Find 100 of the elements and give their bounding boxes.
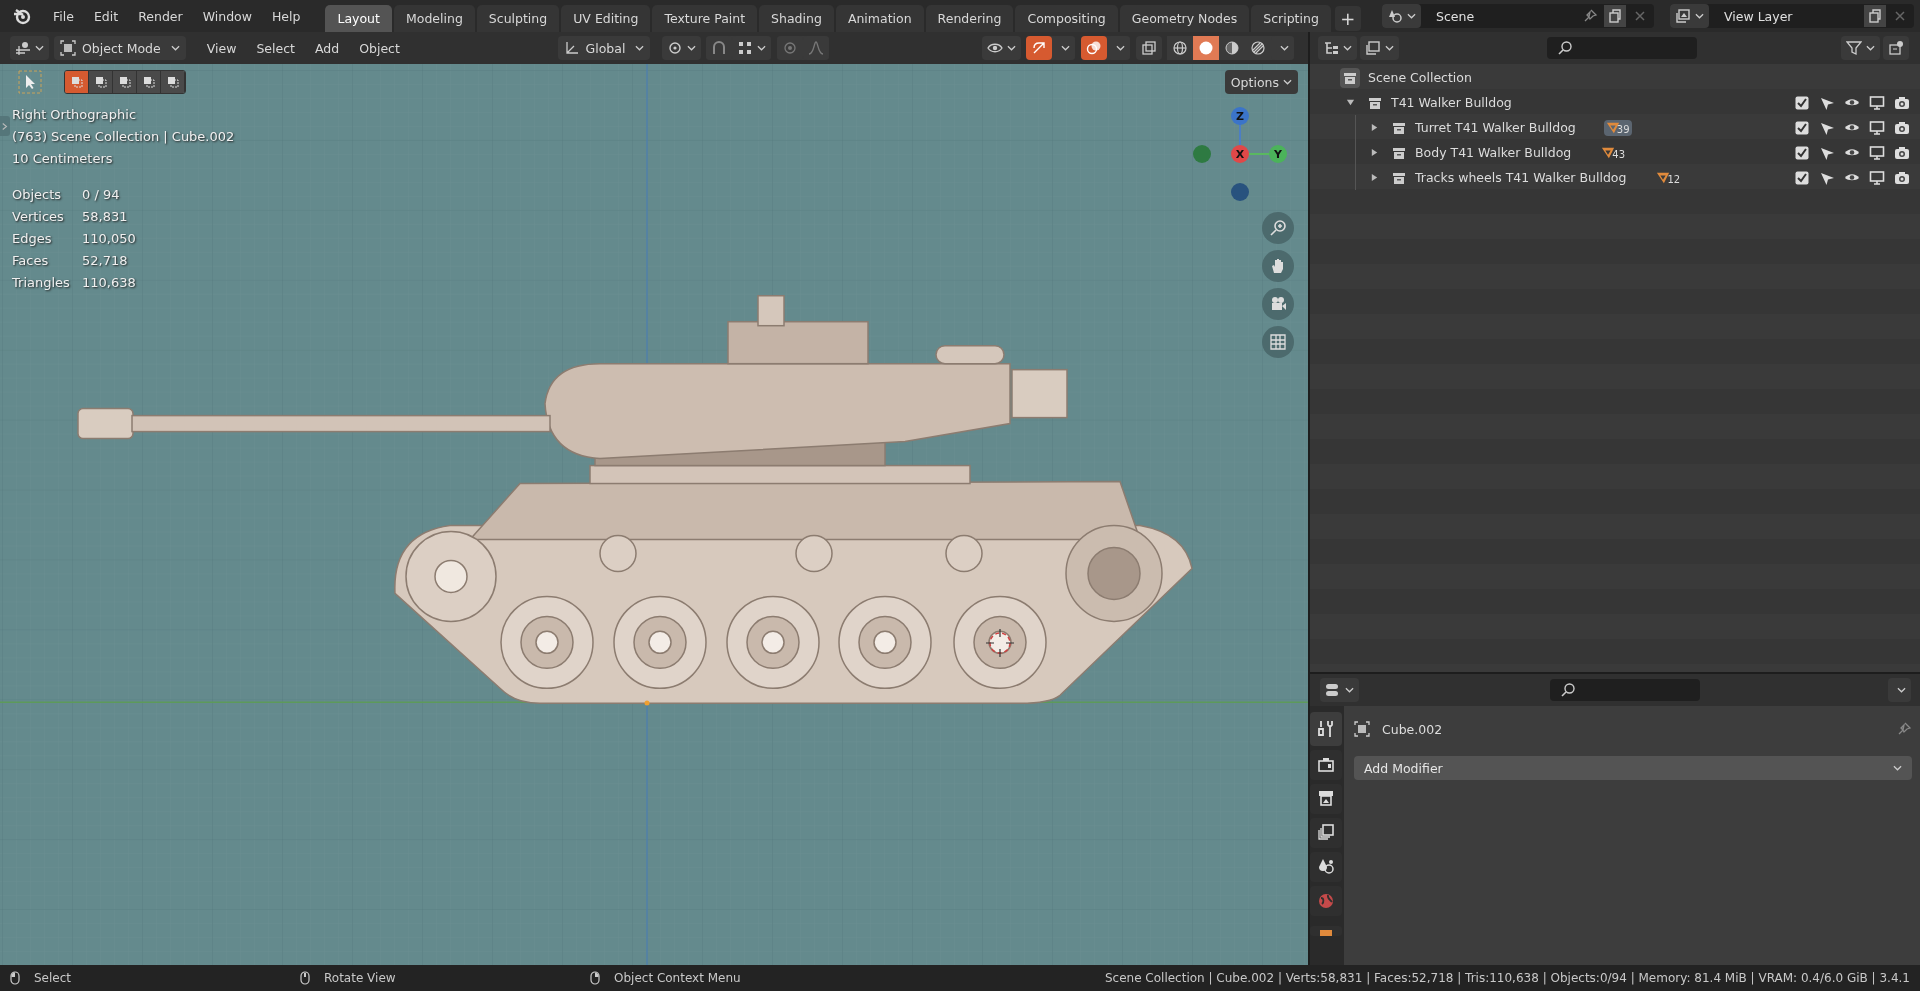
pin-icon[interactable] — [1582, 8, 1598, 24]
mesh-count-badge[interactable]: 43 — [1599, 144, 1628, 161]
outliner-item[interactable]: T41 Walker Bulldog — [1391, 95, 1512, 110]
monitor-icon[interactable] — [1869, 144, 1885, 161]
grid-dots-icon — [737, 40, 754, 56]
caret-icon — [1866, 45, 1875, 51]
checkbox[interactable] — [1794, 144, 1810, 161]
expand-arrow-icon[interactable] — [1370, 173, 1379, 182]
menu-item[interactable]: Window — [193, 4, 261, 28]
menu-item[interactable]: Help — [262, 4, 310, 28]
editor-type-button[interactable] — [1320, 678, 1359, 702]
mesh-count-badge[interactable]: 39 — [1603, 119, 1632, 136]
viewport-menu-item[interactable]: Object — [350, 36, 409, 60]
mesh-count: 39 — [1616, 123, 1630, 135]
pivot-point-button[interactable] — [662, 36, 702, 60]
caret-icon — [1007, 45, 1016, 51]
workspace-tab[interactable]: Compositing — [1015, 5, 1118, 32]
visibility-button[interactable] — [982, 36, 1021, 60]
display-mode-button[interactable] — [1318, 36, 1357, 60]
monitor-icon[interactable] — [1869, 94, 1885, 111]
workspace-tab[interactable]: Modeling — [393, 5, 475, 32]
magnet-icon — [711, 40, 728, 56]
viewport-menu-item[interactable]: Select — [247, 36, 304, 60]
camera-icon[interactable] — [1894, 94, 1910, 111]
selection-mode-button[interactable] — [161, 71, 185, 93]
camera-icon[interactable] — [1894, 119, 1910, 136]
tree-list-icon — [1323, 40, 1339, 56]
camera-icon[interactable] — [1894, 169, 1910, 186]
add-workspace-button[interactable]: + — [1334, 6, 1361, 31]
tool-tab-icon[interactable] — [1310, 712, 1342, 746]
menu-item[interactable]: Edit — [84, 4, 128, 28]
collection-icon — [1340, 67, 1360, 88]
grid-icon[interactable] — [1262, 326, 1294, 358]
add-modifier-dropdown[interactable]: Add Modifier — [1354, 756, 1912, 780]
camera-icon[interactable] — [1894, 144, 1910, 161]
search-field[interactable] — [1546, 37, 1697, 59]
select-tool-icon[interactable] — [18, 70, 42, 94]
gizmo-toggle-button[interactable] — [1026, 36, 1052, 60]
box-plus-icon — [1888, 40, 1904, 56]
search-field[interactable] — [1550, 679, 1700, 701]
expand-arrow-icon[interactable] — [1370, 148, 1379, 157]
stat-value: 110,638 — [82, 274, 137, 292]
expand-arrow-icon[interactable] — [1346, 98, 1355, 107]
monitor-icon[interactable] — [1869, 169, 1885, 186]
outliner-item[interactable]: Turret T41 Walker Bulldog — [1415, 120, 1576, 135]
workspace-tab[interactable]: Sculpting — [476, 5, 560, 32]
caret-icon — [1283, 79, 1292, 85]
copy-icon[interactable] — [1864, 5, 1886, 27]
stat-label: Triangles — [12, 274, 71, 292]
workspace-tab[interactable]: Scripting — [1251, 5, 1331, 32]
workspace-tab[interactable]: Texture Paint — [652, 5, 758, 32]
transform-orientation-dropdown[interactable]: Global — [557, 36, 651, 60]
pan-hand-icon[interactable] — [1262, 250, 1294, 282]
new-collection-button[interactable] — [1883, 36, 1909, 60]
selection-mode-button[interactable] — [113, 71, 137, 93]
blender-logo-icon[interactable] — [12, 6, 32, 26]
copy-icon[interactable] — [1604, 5, 1626, 27]
xray-toggle-button[interactable] — [1136, 36, 1162, 60]
viewport-menu-item[interactable]: View — [197, 36, 246, 60]
expand-arrow-icon[interactable] — [1370, 123, 1379, 132]
options-dropdown[interactable]: Options — [1224, 70, 1298, 94]
workspace-tab[interactable]: UV Editing — [561, 5, 651, 32]
status-hint: Select — [34, 971, 72, 985]
overlay-toggle-button[interactable] — [1081, 36, 1107, 60]
scene-selector-button[interactable] — [1382, 4, 1421, 28]
workspace-tab[interactable]: Shading — [759, 5, 834, 32]
status-hint: Object Context Menu — [614, 971, 741, 985]
caret-icon — [1345, 687, 1354, 693]
selection-mode-button[interactable] — [89, 71, 113, 93]
outliner-item[interactable]: Scene Collection — [1368, 70, 1472, 85]
object-icon — [60, 40, 76, 56]
view-layer-selector-button[interactable] — [1670, 4, 1709, 28]
menu-item[interactable]: File — [44, 4, 83, 28]
pin-icon[interactable] — [1896, 721, 1912, 737]
editor-type-button[interactable] — [10, 36, 49, 60]
mesh-count-badge[interactable]: 12 — [1654, 169, 1683, 186]
options-menu-button[interactable] — [1888, 678, 1911, 702]
object-mode-dropdown[interactable]: Object Mode — [54, 36, 186, 60]
checkbox[interactable] — [1794, 94, 1810, 111]
checkbox[interactable] — [1794, 169, 1810, 186]
workspace-tab[interactable]: Animation — [835, 5, 924, 32]
selection-mode-button[interactable] — [137, 71, 161, 93]
selection-mode-button[interactable] — [65, 71, 89, 93]
viewport-menu-item[interactable]: Add — [306, 36, 349, 60]
view-layer-filter-button[interactable] — [1360, 36, 1399, 60]
origin-point-icon — [644, 700, 650, 706]
workspace-tab[interactable]: Geometry Nodes — [1119, 5, 1250, 32]
workspace-tab[interactable]: Rendering — [925, 5, 1014, 32]
monitor-icon[interactable] — [1869, 119, 1885, 136]
zoom-icon[interactable] — [1262, 212, 1294, 244]
menu-item[interactable]: Render — [129, 4, 192, 28]
filter-button[interactable] — [1841, 36, 1880, 60]
checkbox[interactable] — [1794, 119, 1810, 136]
camera-icon[interactable] — [1262, 288, 1294, 320]
workspace-tab[interactable]: Layout — [325, 5, 392, 32]
outliner-item[interactable]: Tracks wheels T41 Walker Bulldog — [1415, 170, 1627, 185]
outliner-item[interactable]: Body T41 Walker Bulldog — [1415, 145, 1572, 160]
stat-value: 52,718 — [82, 252, 129, 270]
mesh-count: 12 — [1667, 173, 1681, 185]
axis-gizmo[interactable]: Z X Y — [1190, 104, 1290, 204]
